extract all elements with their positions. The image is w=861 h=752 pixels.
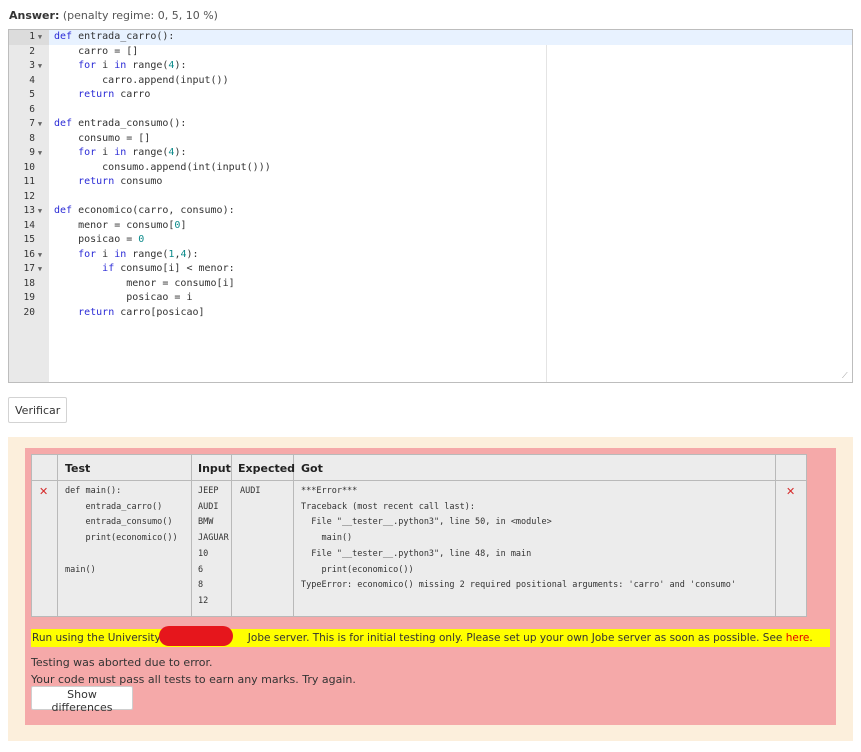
code-line[interactable]: 6 xyxy=(9,103,852,118)
fold-arrow-icon[interactable]: ▼ xyxy=(35,30,45,45)
code-line[interactable]: 9 ▼ for i in range(4): xyxy=(9,146,852,161)
code-line[interactable]: 8 consumo = [] xyxy=(9,132,852,147)
fail-icon-right: ✕ xyxy=(786,485,796,498)
fold-arrow-icon[interactable]: ▼ xyxy=(35,146,45,161)
code-text: if consumo[i] < menor: xyxy=(102,263,235,274)
code-line[interactable]: 20 return carro[posicao] xyxy=(9,306,852,321)
verify-button[interactable]: Verificar xyxy=(8,397,67,423)
code-text: consumo = [] xyxy=(54,132,151,144)
line-number: 12 xyxy=(23,190,35,202)
code-line[interactable]: 4 carro.append(input()) xyxy=(9,74,852,89)
code-line[interactable]: 14 menor = consumo[0] xyxy=(9,219,852,234)
code-line[interactable]: 17 ▼ if consumo[i] < menor: xyxy=(9,262,852,277)
table-header-row xyxy=(32,455,806,481)
code-text: consumo.append(int(input())) xyxy=(54,161,271,173)
line-number: 16 ▼ xyxy=(9,248,49,263)
code-line[interactable]: 18 menor = consumo[i] xyxy=(9,277,852,292)
code-text: for i in range(1,4): xyxy=(78,248,199,260)
code-line[interactable]: 3 ▼ for i in range(4): xyxy=(9,59,852,74)
code-editor[interactable]: 1 ▼ def entrada_carro(): 2 carro = [] 3 ▼ for… xyxy=(8,29,853,383)
line-number: 14 xyxy=(23,219,35,231)
line-number: 6 xyxy=(29,103,35,115)
show-differences-button[interactable]: Show differences xyxy=(31,686,133,714)
code-line[interactable]: 15 posicao = 0 xyxy=(9,233,852,248)
header-got: Got xyxy=(301,462,323,475)
code-text: def entrada_consumo(): xyxy=(54,118,187,129)
code-text: for i in range(4): xyxy=(78,60,187,71)
line-number: 3 ▼ xyxy=(9,59,49,74)
code-line[interactable]: 1 ▼ def entrada_carro(): xyxy=(9,30,852,45)
fold-arrow-icon[interactable]: ▼ xyxy=(35,59,45,74)
fail-icon: ✕ xyxy=(39,485,49,498)
answer-label: Answer: (penalty regime: 0, 5, 10 %) xyxy=(9,9,218,22)
code-line[interactable]: 19 posicao = i xyxy=(9,291,852,306)
line-number: 15 xyxy=(23,234,35,245)
line-number: 8 xyxy=(29,132,35,144)
code-text: return carro xyxy=(78,89,151,100)
test-code-cell: def main(): entrada_carro() entrada_cons… xyxy=(65,486,178,575)
code-line[interactable]: 2 carro = [] xyxy=(9,45,852,60)
line-number: 18 xyxy=(23,277,35,289)
fold-arrow-icon[interactable]: ▼ xyxy=(35,204,45,219)
code-line[interactable]: 11 return consumo xyxy=(9,175,852,190)
must-pass-message: Your code must pass all tests to earn an… xyxy=(31,673,356,686)
penalty-regime: (penalty regime: 0, 5, 10 %) xyxy=(62,9,218,22)
got-cell: ***Error*** Traceback (most recent call … xyxy=(301,486,736,591)
code-text: menor = consumo[i] xyxy=(54,277,235,289)
aborted-message: Testing was aborted due to error. xyxy=(31,656,213,669)
feedback-panel: Test Input Expected Got ✕ def main(): en… xyxy=(8,437,853,741)
code-text: return carro[posicao] xyxy=(78,306,205,318)
line-number: 2 xyxy=(29,45,35,57)
code-line[interactable]: 13 ▼ def economico(carro, consumo): xyxy=(9,204,852,219)
line-number: 13 ▼ xyxy=(9,204,49,219)
resize-handle-icon[interactable]: ⟋ xyxy=(842,372,850,380)
code-text: menor = consumo[0] xyxy=(54,219,187,231)
code-line[interactable]: 5 return carro xyxy=(9,88,852,103)
code-text: def entrada_carro(): xyxy=(54,31,175,42)
header-input: Input xyxy=(198,462,231,475)
code-line[interactable]: 10 consumo.append(int(input())) xyxy=(9,161,852,176)
code-text: return consumo xyxy=(78,176,163,187)
jobe-server-notice: Run using the University o Jobe server. … xyxy=(31,629,830,647)
fold-arrow-icon[interactable]: ▼ xyxy=(35,248,45,263)
line-number: 5 xyxy=(29,89,35,100)
code-lines[interactable]: 1 ▼ def entrada_carro(): 2 carro = [] 3 ▼ for… xyxy=(9,30,852,320)
code-text: def economico(carro, consumo): xyxy=(54,205,235,216)
line-number: 19 xyxy=(23,292,35,303)
fold-arrow-icon[interactable]: ▼ xyxy=(35,262,45,277)
redaction-mark xyxy=(159,626,233,646)
code-line[interactable]: 12 xyxy=(9,190,852,205)
line-number: 17 ▼ xyxy=(9,262,49,277)
code-text: carro = [] xyxy=(54,45,139,57)
fold-arrow-icon[interactable]: ▼ xyxy=(35,117,45,132)
line-number: 20 xyxy=(23,306,35,318)
line-number: 1 ▼ xyxy=(9,30,49,45)
code-text: posicao = i xyxy=(54,292,193,303)
line-number: 4 xyxy=(29,74,35,86)
header-test: Test xyxy=(65,462,91,475)
line-number: 10 xyxy=(23,161,35,173)
code-line[interactable]: 7 ▼ def entrada_consumo(): xyxy=(9,117,852,132)
line-number: 7 ▼ xyxy=(9,117,49,132)
line-number: 11 xyxy=(23,176,35,187)
code-text: for i in range(4): xyxy=(78,147,187,158)
code-text: posicao = 0 xyxy=(54,234,145,245)
code-line[interactable]: 16 ▼ for i in range(1,4): xyxy=(9,248,852,263)
error-feedback-box: Test Input Expected Got ✕ def main(): en… xyxy=(25,448,836,725)
results-table: Test Input Expected Got ✕ def main(): en… xyxy=(31,454,807,617)
line-number: 9 ▼ xyxy=(9,146,49,161)
jobe-here-link[interactable]: here xyxy=(786,632,810,644)
expected-cell: AUDI xyxy=(240,486,261,496)
code-text: carro.append(input()) xyxy=(54,74,229,86)
header-expected: Expected xyxy=(238,462,296,475)
input-cell: JEEP AUDI BMW JAGUAR 10 6 8 12 xyxy=(198,486,229,606)
